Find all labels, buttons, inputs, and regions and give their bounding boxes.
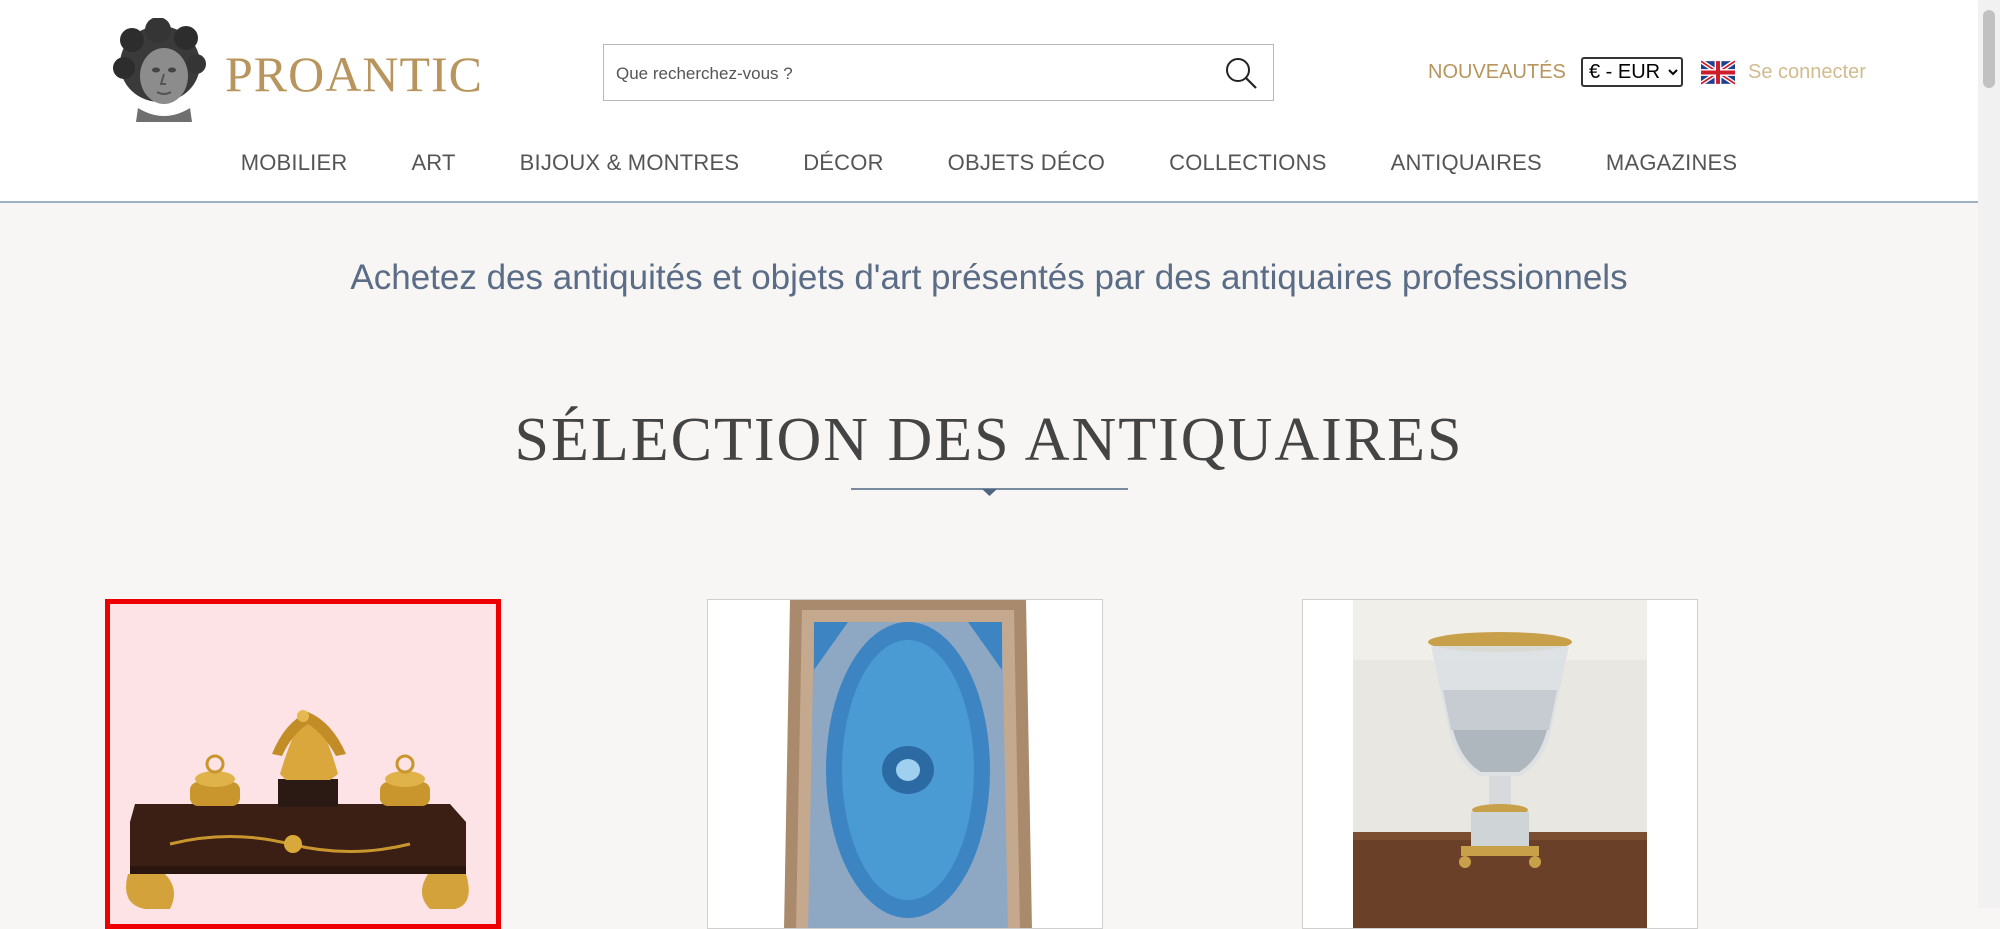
section-divider xyxy=(851,488,1128,496)
vase-image xyxy=(1303,600,1697,928)
logo-bust-icon[interactable] xyxy=(110,18,212,124)
nav-item-mobilier[interactable]: MOBILIER xyxy=(241,148,348,182)
nav-item-collections[interactable]: COLLECTIONS xyxy=(1169,148,1326,182)
page-tagline: Achetez des antiquités et objets d'art p… xyxy=(350,258,1628,297)
search-input[interactable] xyxy=(614,55,1208,92)
nav-item-art[interactable]: ART xyxy=(411,148,455,182)
uk-flag-icon[interactable] xyxy=(1701,60,1735,85)
nouveautes-link[interactable]: NOUVEAUTÉS xyxy=(1428,58,1566,86)
product-card-vase[interactable] xyxy=(1302,599,1698,929)
currency-select[interactable]: € - EUR xyxy=(1581,57,1683,87)
search-box xyxy=(603,44,1274,101)
nav-item-magazines[interactable]: MAGAZINES xyxy=(1606,148,1737,182)
logo-text[interactable]: PROANTIC xyxy=(225,44,483,104)
product-card-rug[interactable] xyxy=(707,599,1103,929)
site-header: PROANTIC NOUVEAUTÉS € - EUR Se connecter… xyxy=(0,0,1978,203)
page-scrollbar[interactable] xyxy=(1978,0,2000,908)
main-nav: MOBILIER ART BIJOUX & MONTRES DÉCOR OBJE… xyxy=(0,148,1978,182)
nav-item-antiquaires[interactable]: ANTIQUAIRES xyxy=(1391,148,1542,182)
login-link[interactable]: Se connecter xyxy=(1748,58,1866,86)
inkwell-image xyxy=(110,604,496,924)
search-icon[interactable] xyxy=(1223,55,1259,91)
scrollbar-thumb[interactable] xyxy=(1983,10,1995,88)
nav-item-decor[interactable]: DÉCOR xyxy=(803,148,883,182)
product-card-inkwell[interactable] xyxy=(105,599,501,929)
section-title: SÉLECTION DES ANTIQUAIRES xyxy=(514,406,1464,474)
rug-image xyxy=(708,600,1102,928)
nav-item-bijoux-montres[interactable]: BIJOUX & MONTRES xyxy=(520,148,740,182)
nav-item-objets-deco[interactable]: OBJETS DÉCO xyxy=(948,148,1105,182)
